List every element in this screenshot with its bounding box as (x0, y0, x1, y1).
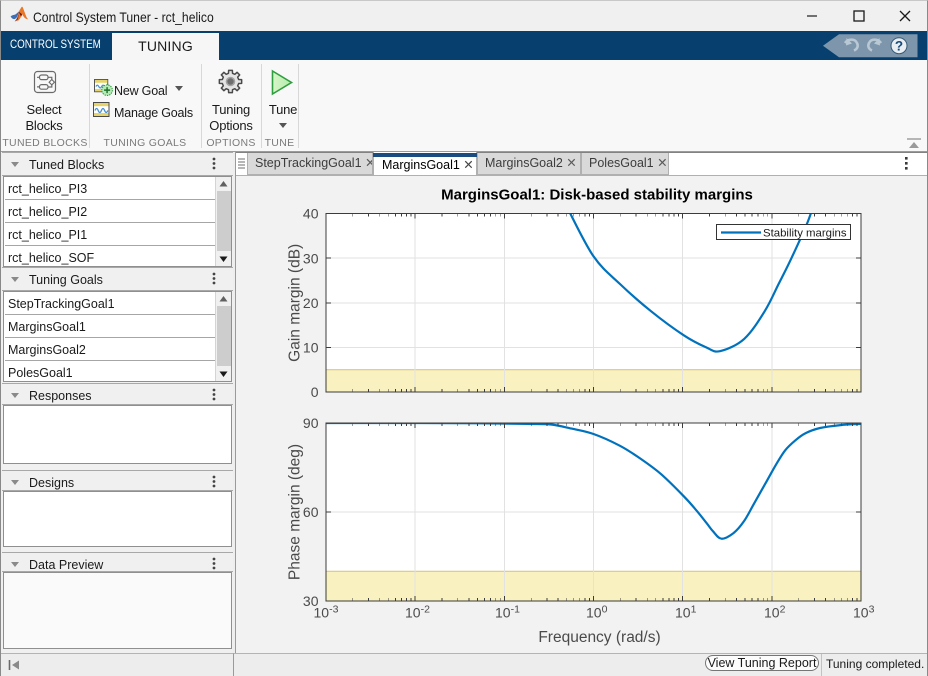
svg-text:10-2: 10-2 (405, 604, 430, 621)
svg-text:30: 30 (303, 250, 319, 266)
svg-text:MarginsGoal1: Disk-based stabi: MarginsGoal1: Disk-based stability margi… (441, 187, 753, 204)
svg-text:Phase margin (deg): Phase margin (deg) (287, 444, 304, 580)
svg-text:0: 0 (311, 384, 319, 400)
svg-text:103: 103 (853, 604, 875, 621)
svg-text:20: 20 (303, 295, 319, 311)
svg-text:?: ? (895, 39, 903, 54)
svg-text:60: 60 (303, 504, 319, 520)
svg-text:102: 102 (764, 604, 786, 621)
svg-text:40: 40 (303, 206, 319, 222)
svg-text:100: 100 (586, 604, 608, 621)
svg-text:10-1: 10-1 (495, 604, 520, 621)
svg-text:101: 101 (675, 604, 697, 621)
svg-text:10: 10 (303, 340, 319, 356)
svg-text:Stability margins: Stability margins (763, 228, 847, 240)
svg-text:10-3: 10-3 (314, 604, 339, 621)
svg-text:Frequency (rad/s): Frequency (rad/s) (538, 629, 660, 646)
svg-text:Gain margin (dB): Gain margin (dB) (287, 244, 304, 362)
svg-text:90: 90 (303, 415, 319, 431)
